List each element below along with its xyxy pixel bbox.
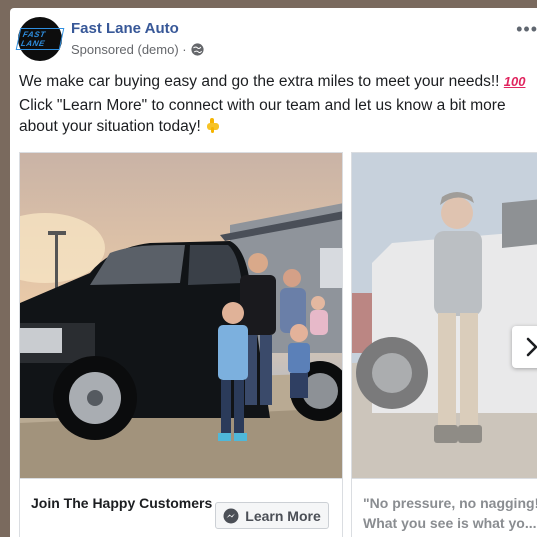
more-options-icon[interactable]: •••: [516, 19, 537, 40]
card-2-subtitle: What you see is what yo...: [363, 515, 537, 531]
family-truck-photo[interactable]: [20, 153, 342, 478]
sponsored-label: Sponsored (demo) ·: [71, 42, 204, 57]
learn-more-label: Learn More: [245, 507, 321, 524]
messenger-icon: [223, 508, 239, 523]
page-avatar[interactable]: FAST LANE: [15, 17, 65, 61]
ad-post-card: FAST LANE Fast Lane Auto Sponsored (demo…: [10, 8, 537, 537]
message-line-1: We make car buying easy and go the extra…: [19, 73, 500, 90]
learn-more-button[interactable]: Learn More: [215, 502, 329, 529]
message-line-2: Click "Learn More" to connect with our t…: [19, 97, 506, 135]
card-1-caption: Join The Happy Customers Learn More: [20, 478, 342, 537]
logo-text: FAST LANE: [15, 28, 65, 50]
post-message: We make car buying easy and go the extra…: [19, 71, 531, 140]
carousel-card-1[interactable]: Join The Happy Customers Learn More: [19, 152, 343, 537]
sponsored-text: Sponsored (demo) ·: [71, 42, 187, 57]
chevron-right-icon: [526, 337, 537, 357]
card-1-title: Join The Happy Customers: [31, 495, 213, 511]
carousel: Join The Happy Customers Learn More "No …: [19, 152, 537, 537]
man-jeep-photo[interactable]: [352, 153, 537, 478]
globe-icon: [191, 43, 204, 56]
carousel-card-2[interactable]: "No pressure, no nagging! What you see i…: [351, 152, 537, 537]
hundred-points-emoji: 100: [503, 74, 526, 89]
post-header: FAST LANE Fast Lane Auto Sponsored (demo…: [15, 17, 537, 63]
card-2-caption: "No pressure, no nagging! What you see i…: [352, 478, 537, 537]
page-name-link[interactable]: Fast Lane Auto: [71, 20, 179, 37]
message-paragraph-2: Click "Learn More" to connect with our t…: [19, 95, 531, 137]
card-2-title: "No pressure, no nagging!: [363, 495, 537, 511]
carousel-next-button[interactable]: [512, 326, 537, 368]
pointing-down-emoji-icon: [207, 118, 220, 133]
message-paragraph-1: We make car buying easy and go the extra…: [19, 71, 531, 92]
